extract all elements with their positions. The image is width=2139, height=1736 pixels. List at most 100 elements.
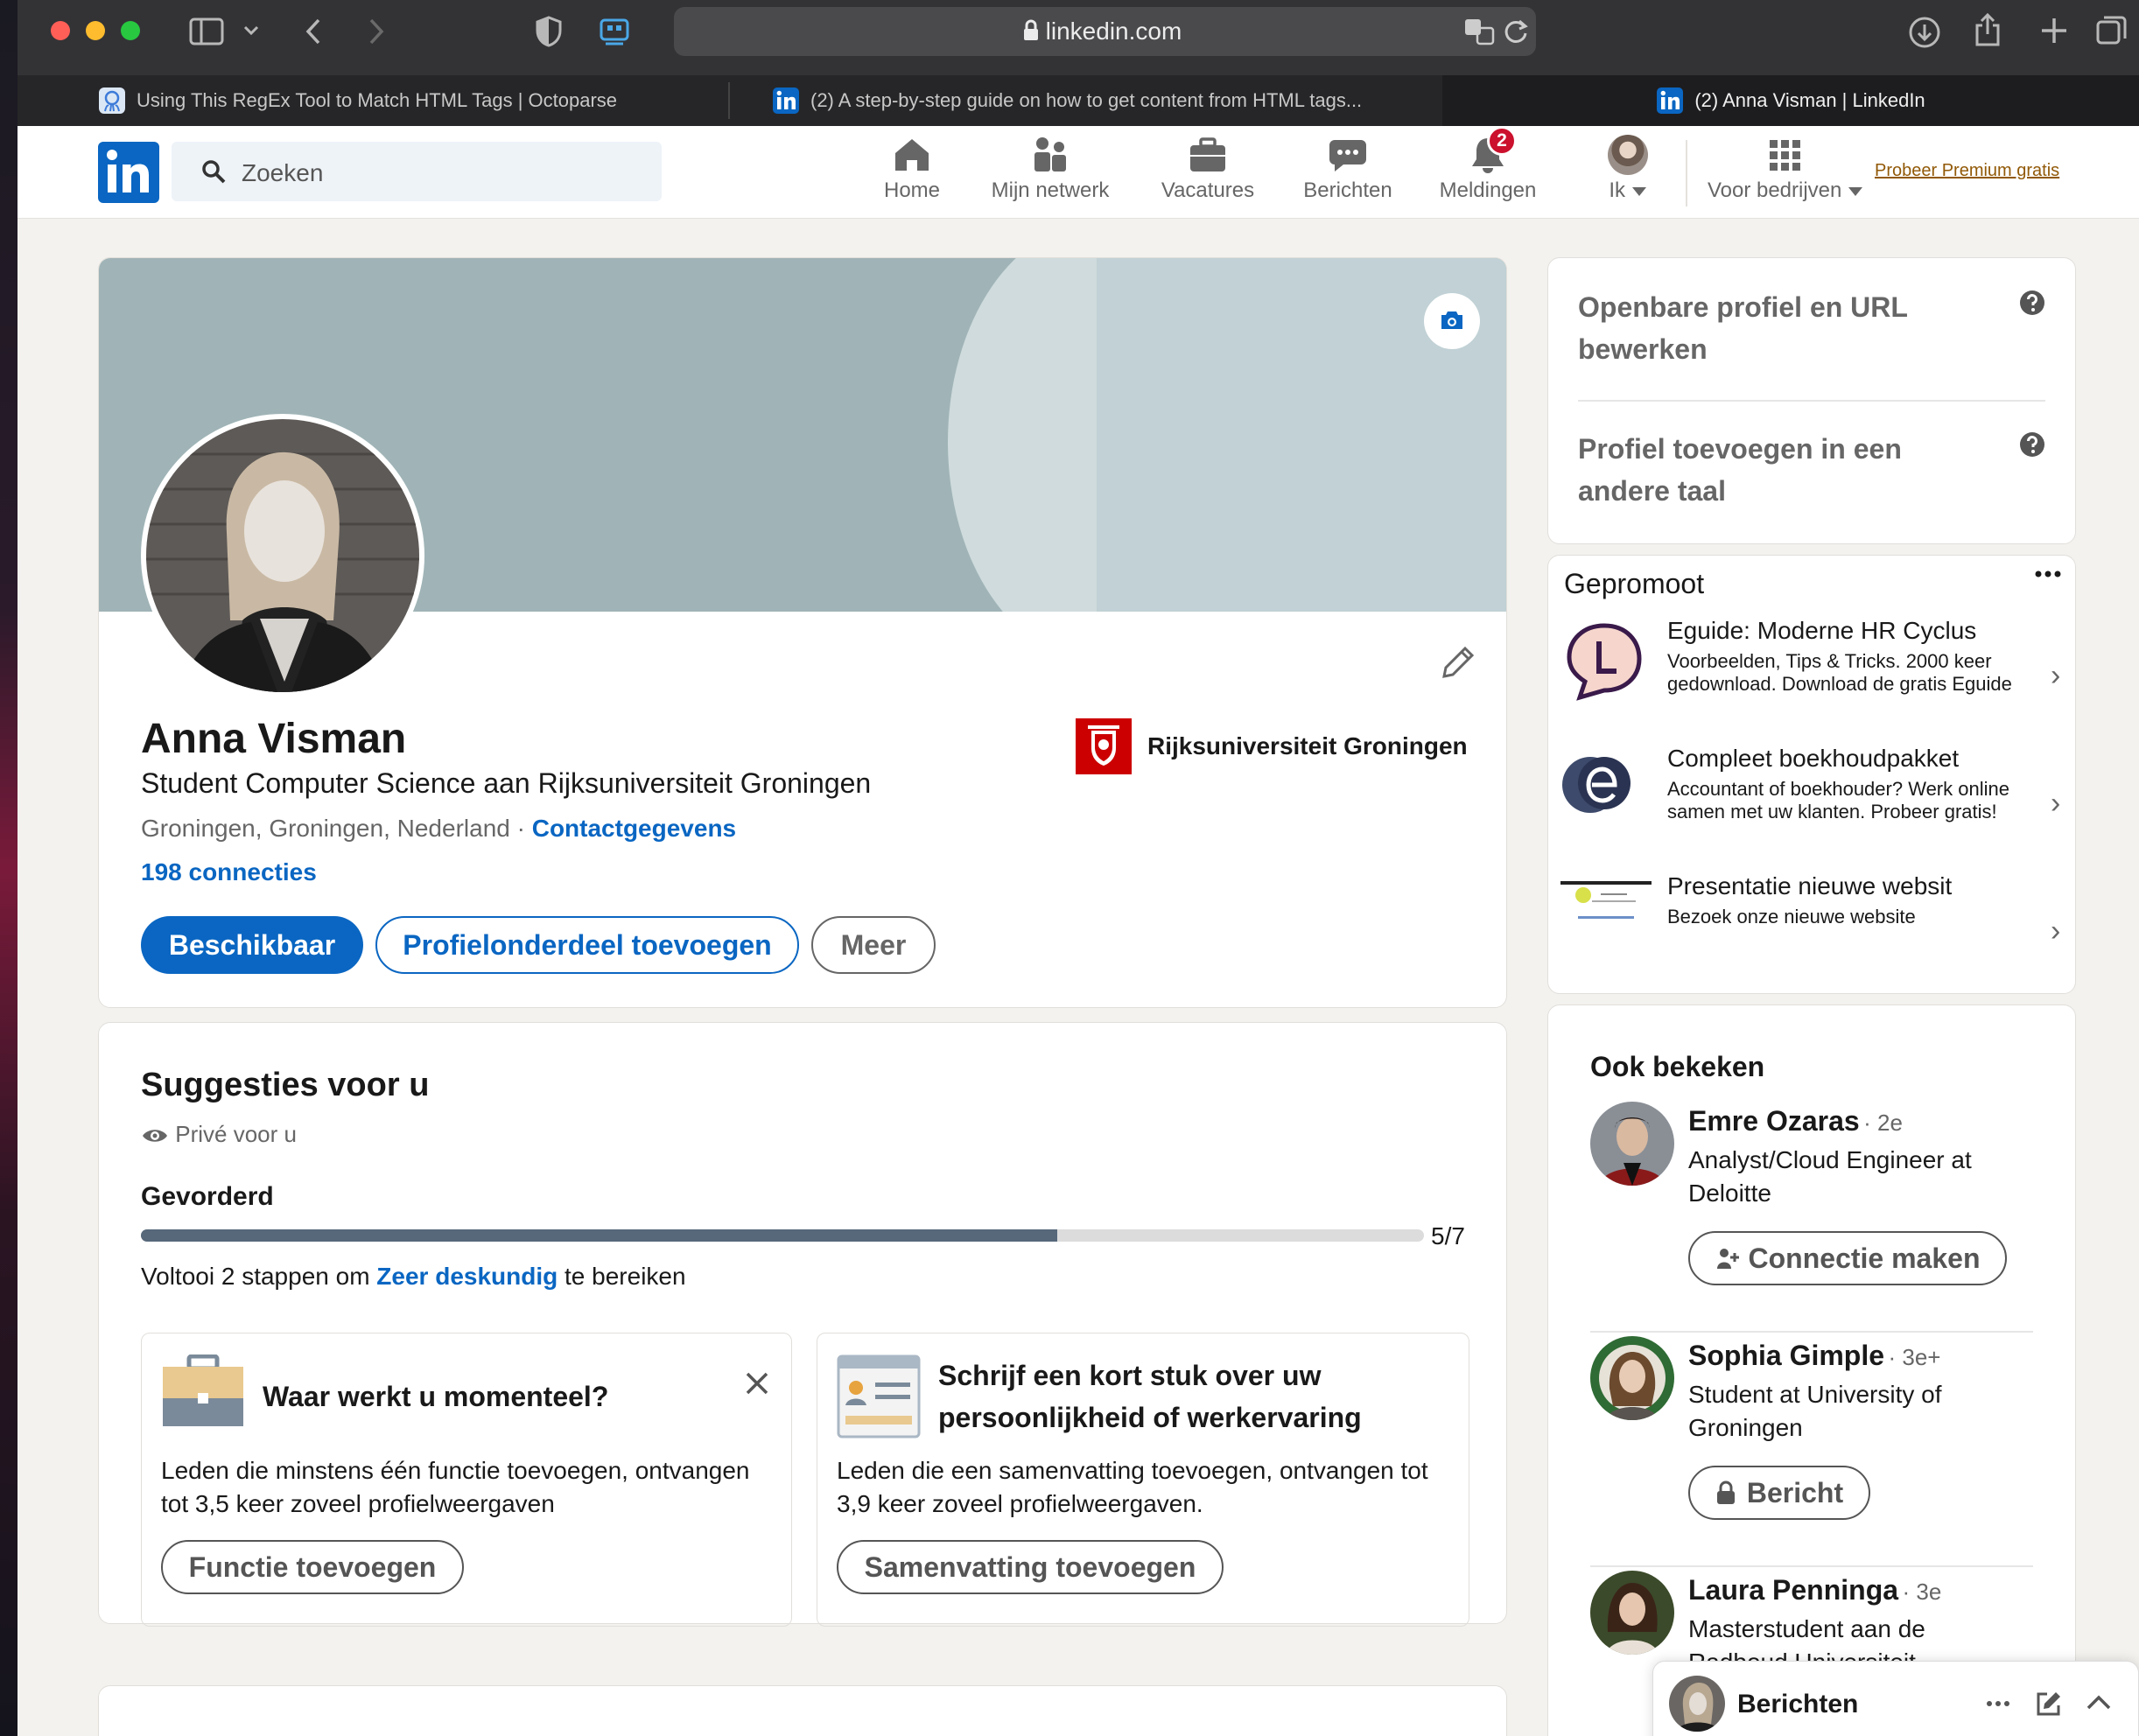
ad-title: Compleet boekhoudpakket — [1667, 745, 1960, 772]
add-person-icon — [1716, 1249, 1739, 1269]
camera-icon — [1440, 310, 1464, 331]
promoted-card: Gepromoot Eguide: Moderne HR Cyclus Voor… — [1547, 555, 2076, 994]
person-name-line: Laura Penninga · 3e — [1688, 1574, 1941, 1606]
profile-photo[interactable] — [141, 414, 424, 697]
message-button[interactable]: Bericht — [1688, 1466, 1870, 1520]
promoted-ad-3[interactable]: Presentatie nieuwe websit Bezoek onze ni… — [1548, 864, 2075, 986]
strength-level: Gevorderd — [141, 1182, 274, 1211]
lock-icon — [1716, 1480, 1735, 1504]
nav-jobs[interactable]: Vacatures — [1129, 135, 1287, 219]
ad-title: Presentatie nieuwe websit — [1667, 872, 1953, 900]
ad-text: Bezoek onze nieuwe website — [1667, 906, 1916, 928]
banner-curve — [948, 258, 1097, 612]
avatar — [1608, 135, 1648, 175]
privacy-shield-icon[interactable] — [536, 16, 562, 47]
sidebar-toggle-icon[interactable] — [189, 18, 224, 46]
nav-label: Mijn netwerk — [991, 178, 1110, 202]
connect-button[interactable]: Connectie maken — [1688, 1231, 2007, 1285]
forward-arrow-icon[interactable] — [366, 18, 387, 46]
extension-icon[interactable] — [599, 16, 630, 47]
download-icon[interactable] — [1908, 16, 1941, 49]
new-tab-icon[interactable] — [2039, 16, 2069, 46]
contact-info-link[interactable]: Contactgegevens — [532, 815, 736, 842]
briefcase-icon — [161, 1354, 245, 1428]
nav-me[interactable]: Ik — [1575, 135, 1680, 219]
connections-link[interactable]: 198 connecties — [141, 858, 317, 886]
help-icon[interactable] — [2019, 431, 2045, 458]
profile-headline: Student Computer Science aan Rijksuniver… — [141, 767, 872, 799]
back-arrow-icon[interactable] — [303, 18, 324, 46]
chevron-up-icon[interactable] — [2086, 1693, 2112, 1711]
tab-octoparse[interactable]: Using This RegEx Tool to Match HTML Tags… — [98, 75, 728, 126]
bookkeeping-logo-icon — [1560, 748, 1634, 822]
tab-step-by-step-guide[interactable]: (2) A step-by-step guide on how to get c… — [772, 75, 1402, 126]
avatar[interactable] — [1590, 1571, 1674, 1655]
person-headline: Student at University of Groningen — [1688, 1381, 1942, 1441]
search-box[interactable]: Zoeken — [172, 142, 662, 201]
chevron-down-icon[interactable] — [243, 24, 259, 37]
add-profile-section-button[interactable]: Profielonderdeel toevoegen — [375, 916, 799, 974]
avatar[interactable] — [1590, 1336, 1674, 1420]
summary-document-icon — [837, 1354, 921, 1438]
close-icon[interactable] — [744, 1370, 770, 1396]
add-summary-button[interactable]: Samenvatting toevoegen — [837, 1540, 1224, 1594]
nav-for-business[interactable]: Voor bedrijven — [1698, 135, 1873, 219]
eguide-logo-icon — [1560, 617, 1648, 704]
linkedin-logo-icon[interactable] — [98, 142, 159, 203]
nav-my-network[interactable]: Mijn netwerk — [980, 135, 1120, 219]
chat-icon — [1278, 135, 1418, 175]
chevron-right-icon: › — [2051, 914, 2061, 948]
more-button[interactable]: Meer — [811, 916, 936, 974]
also-viewed-card: Ook bekeken Emre Ozaras · 2e Analyst/Clo… — [1547, 1004, 2076, 1736]
nav-label: Meldingen — [1439, 178, 1537, 202]
nav-home[interactable]: Home — [868, 135, 956, 219]
profile-name: Anna Visman — [141, 716, 407, 762]
promoted-title: Gepromoot — [1564, 568, 1705, 599]
suggestions-title: Suggesties voor u — [141, 1067, 430, 1103]
reload-icon[interactable] — [1504, 18, 1528, 45]
try-premium-link[interactable]: Probeer Premium gratis — [1875, 161, 2059, 181]
compose-icon[interactable] — [2035, 1690, 2063, 1718]
address-bar[interactable]: linkedin.com — [674, 7, 1536, 56]
profile-strength-fill — [141, 1229, 1057, 1242]
promoted-ad-1[interactable]: Eguide: Moderne HR Cyclus Voorbeelden, T… — [1548, 608, 2075, 731]
add-position-button[interactable]: Functie toevoegen — [161, 1540, 464, 1594]
tab-anna-visman-linkedin[interactable]: (2) Anna Visman | LinkedIn — [1442, 75, 2139, 126]
promoted-ad-2[interactable]: Compleet boekhoudpakket Accountant of bo… — [1548, 736, 2075, 858]
close-window-button[interactable] — [51, 21, 70, 40]
nav-label: Vacatures — [1161, 178, 1255, 202]
share-icon[interactable] — [1973, 12, 2002, 47]
nav-label: Home — [883, 178, 941, 202]
connection-degree: · 2e — [1863, 1110, 1903, 1136]
messaging-overlay[interactable]: Berichten — [1652, 1661, 2139, 1736]
next-section-card — [98, 1685, 1507, 1736]
octoparse-favicon-icon — [98, 87, 126, 115]
eye-icon — [143, 1130, 167, 1142]
expert-level-link[interactable]: Zeer deskundig — [376, 1263, 558, 1290]
zoom-window-button[interactable] — [121, 21, 140, 40]
help-icon[interactable] — [2019, 290, 2045, 316]
university-logo-icon[interactable] — [1076, 718, 1132, 774]
add-language-profile-link[interactable]: Profiel toevoegen in een andere taal — [1578, 428, 1972, 512]
tab-overview-icon[interactable] — [2095, 14, 2128, 47]
more-options-icon[interactable] — [1986, 1700, 2010, 1707]
more-options-icon[interactable] — [2035, 570, 2061, 578]
edit-intro-icon[interactable] — [1441, 645, 1476, 680]
university-name[interactable]: Rijksuniversiteit Groningen — [1147, 732, 1468, 760]
suggestion-text: Leden die minstens één functie toevoegen… — [161, 1457, 750, 1517]
suggestion-text: Leden die een samenvatting toevoegen, on… — [837, 1457, 1428, 1517]
edit-banner-button[interactable] — [1424, 293, 1480, 349]
person-name[interactable]: Emre Ozaras — [1688, 1105, 1860, 1137]
nav-notifications[interactable]: 2 Meldingen — [1418, 126, 1558, 219]
available-button[interactable]: Beschikbaar — [141, 916, 363, 974]
translate-icon[interactable] — [1463, 18, 1495, 46]
messaging-label: Berichten — [1737, 1690, 1859, 1718]
avatar[interactable] — [1590, 1102, 1674, 1186]
person-name[interactable]: Laura Penninga — [1688, 1574, 1898, 1606]
url-text: linkedin.com — [1045, 18, 1182, 45]
edit-public-profile-link[interactable]: Openbare profiel en URL bewerken — [1578, 286, 1972, 370]
nav-messaging[interactable]: Berichten — [1278, 135, 1418, 219]
minimize-window-button[interactable] — [86, 21, 105, 40]
person-name[interactable]: Sophia Gimple — [1688, 1340, 1884, 1371]
profile-links-card: Openbare profiel en URL bewerken Profiel… — [1547, 257, 2076, 544]
